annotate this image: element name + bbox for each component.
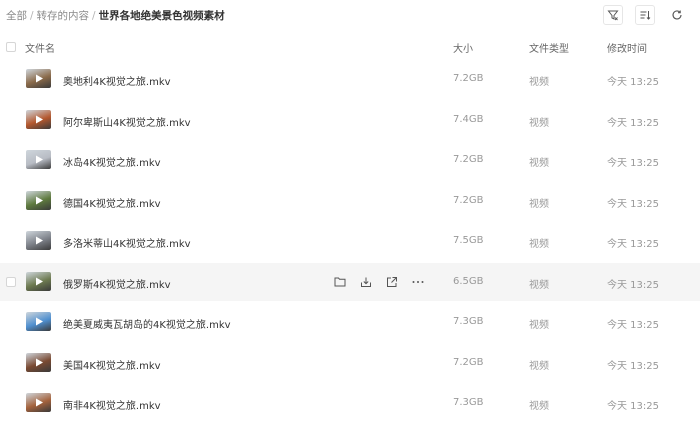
file-row[interactable]: 美国4K视觉之旅.mkv 7.2GB 视频 今天 13:25 <box>0 344 700 382</box>
file-row[interactable]: 绝美夏威夷瓦胡岛的4K视觉之旅.mkv 7.3GB 视频 今天 13:25 <box>0 303 700 341</box>
share-button[interactable] <box>384 274 400 290</box>
play-icon <box>36 196 43 204</box>
file-name[interactable]: 南非4K视觉之旅.mkv <box>63 397 161 412</box>
refresh-icon <box>672 10 682 20</box>
video-thumbnail <box>26 231 51 250</box>
file-size: 7.5GB <box>453 235 484 246</box>
video-thumbnail <box>26 393 51 412</box>
breadcrumb-separator: / <box>92 9 96 22</box>
play-icon <box>36 155 43 164</box>
video-thumbnail <box>26 271 51 291</box>
column-modified[interactable]: 修改时间 <box>607 40 647 55</box>
file-name[interactable]: 俄罗斯4K视觉之旅.mkv <box>63 276 171 291</box>
file-modified: 今天 13:25 <box>607 320 659 331</box>
file-size: 7.2GB <box>453 73 484 84</box>
file-type: 视频 <box>529 117 549 129</box>
breadcrumb: 全部 / 转存的内容 / 世界各地绝美景色视频素材 <box>6 8 225 23</box>
file-modified: 今天 13:25 <box>607 198 659 210</box>
file-row[interactable]: 南非4K视觉之旅.mkv 7.3GB 视频 今天 13:25 <box>0 384 700 422</box>
file-size: 7.3GB <box>453 397 484 408</box>
video-thumbnail <box>26 190 51 210</box>
file-size: 6.5GB <box>453 275 484 287</box>
file-row[interactable]: 阿尔卑斯山4K视觉之旅.mkv 7.4GB 视频 今天 13:25 <box>0 101 700 139</box>
file-modified: 今天 13:25 <box>607 158 659 169</box>
filter-button[interactable] <box>603 5 623 25</box>
breadcrumb-saved-content[interactable]: 转存的内容 <box>37 8 90 23</box>
file-type: 视频 <box>529 77 549 88</box>
file-name[interactable]: 冰岛4K视觉之旅.mkv <box>63 154 161 169</box>
breadcrumb-all[interactable]: 全部 <box>6 8 27 23</box>
play-icon <box>36 277 43 285</box>
file-type: 视频 <box>529 360 549 372</box>
file-row[interactable]: 冰岛4K视觉之旅.mkv 7.2GB 视频 今天 13:25 <box>0 141 700 179</box>
file-type: 视频 <box>529 320 549 331</box>
file-modified: 今天 13:25 <box>607 117 659 129</box>
video-thumbnail <box>26 109 51 129</box>
play-icon <box>36 398 43 407</box>
select-all-checkbox[interactable] <box>6 42 16 52</box>
file-row-hovered[interactable]: 俄罗斯4K视觉之旅.mkv 6.5GB 视频 今天 13:25 <box>0 262 700 301</box>
file-name[interactable]: 绝美夏威夷瓦胡岛的4K视觉之旅.mkv <box>63 316 231 331</box>
more-button[interactable] <box>410 274 426 290</box>
video-thumbnail <box>26 352 51 372</box>
sort-icon <box>640 11 651 20</box>
play-icon <box>36 317 43 326</box>
file-name[interactable]: 多洛米蒂山4K视觉之旅.mkv <box>63 235 191 250</box>
breadcrumb-current-folder: 世界各地绝美景色视频素材 <box>98 10 225 22</box>
file-size: 7.2GB <box>453 194 484 206</box>
column-name[interactable]: 文件名 <box>25 40 55 55</box>
file-row[interactable]: 奥地利4K视觉之旅.mkv 7.2GB 视频 今天 13:25 <box>0 60 700 98</box>
sort-button[interactable] <box>635 5 655 25</box>
file-name[interactable]: 阿尔卑斯山4K视觉之旅.mkv <box>63 114 191 129</box>
file-type: 视频 <box>529 239 549 250</box>
file-row[interactable]: 德国4K视觉之旅.mkv 7.2GB 视频 今天 13:25 <box>0 182 700 220</box>
file-type: 视频 <box>529 401 549 412</box>
download-icon <box>361 277 371 287</box>
file-size: 7.3GB <box>453 316 484 327</box>
file-name[interactable]: 奥地利4K视觉之旅.mkv <box>63 73 171 88</box>
file-size: 7.2GB <box>453 154 484 165</box>
play-icon <box>36 74 43 83</box>
open-folder-button[interactable] <box>332 274 348 290</box>
file-modified: 今天 13:25 <box>607 77 659 88</box>
row-actions <box>332 274 436 290</box>
video-thumbnail <box>26 150 51 169</box>
file-type: 视频 <box>529 279 549 291</box>
file-size: 7.2GB <box>453 356 484 368</box>
file-modified: 今天 13:25 <box>607 360 659 372</box>
file-modified: 今天 13:25 <box>607 401 659 412</box>
folder-icon <box>334 277 346 287</box>
file-name[interactable]: 美国4K视觉之旅.mkv <box>63 357 161 372</box>
play-icon <box>36 236 43 245</box>
breadcrumb-separator: / <box>30 9 34 22</box>
file-size: 7.4GB <box>453 113 484 125</box>
row-checkbox[interactable] <box>6 276 16 287</box>
share-icon <box>387 276 397 287</box>
filter-icon <box>607 10 619 21</box>
download-button[interactable] <box>358 274 374 290</box>
file-modified: 今天 13:25 <box>607 279 659 291</box>
file-list-header: 文件名 大小 文件类型 修改时间 <box>0 36 700 58</box>
play-icon <box>36 358 43 366</box>
video-thumbnail <box>26 312 51 331</box>
top-bar: 全部 / 转存的内容 / 世界各地绝美景色视频素材 <box>0 0 700 34</box>
more-icon <box>412 280 424 283</box>
play-icon <box>36 115 43 123</box>
column-type[interactable]: 文件类型 <box>529 40 569 55</box>
column-size[interactable]: 大小 <box>453 40 473 55</box>
file-modified: 今天 13:25 <box>607 239 659 250</box>
file-row[interactable]: 多洛米蒂山4K视觉之旅.mkv 7.5GB 视频 今天 13:25 <box>0 222 700 260</box>
video-thumbnail <box>26 69 51 88</box>
file-type: 视频 <box>529 198 549 210</box>
refresh-button[interactable] <box>667 5 687 25</box>
file-type: 视频 <box>529 158 549 169</box>
file-name[interactable]: 德国4K视觉之旅.mkv <box>63 195 161 210</box>
